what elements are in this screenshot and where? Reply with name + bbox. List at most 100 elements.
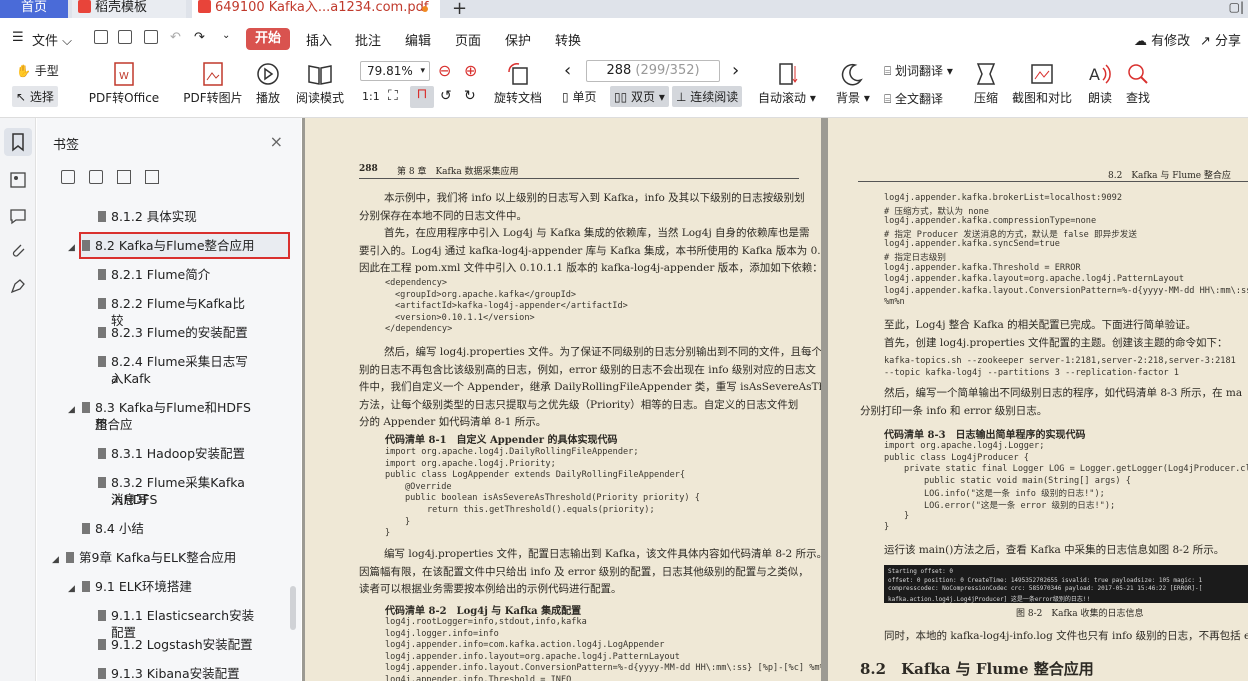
tab-template[interactable]: 稻壳模板 — [72, 0, 186, 18]
zoom-select[interactable]: 79.81% ▾ — [360, 61, 430, 81]
expanded-arrow-icon[interactable]: ◢ — [68, 402, 75, 419]
thumbnail-panel-icon[interactable] — [8, 170, 28, 190]
full-translate-button[interactable]: ⌸ 全文翻译 — [884, 90, 943, 107]
bookmark-item[interactable]: 8.2.1 Flume简介 — [0, 266, 255, 283]
svg-text:A: A — [1089, 65, 1100, 84]
screenshot-compare-button[interactable]: 截图和对比 — [1012, 62, 1072, 106]
read-mode-button[interactable]: 阅读模式 — [294, 62, 346, 106]
hamburger-icon[interactable]: ☰ — [12, 30, 24, 45]
bookmark-item[interactable]: ◢ 第9章 Kafka与ELK整合应用 — [0, 549, 255, 566]
bookmark-panel-icon[interactable] — [4, 128, 32, 156]
cursor-icon: ↖ — [16, 90, 27, 104]
bookmark-item[interactable]: 8.4 小结 — [0, 520, 255, 537]
bookmark-icon — [98, 269, 106, 280]
auto-scroll-button[interactable]: 自动滚动 ▾ — [758, 62, 816, 106]
read-aloud-label: 朗读 — [1087, 91, 1112, 105]
compress-button[interactable]: 压缩 — [972, 62, 1000, 106]
modified-status[interactable]: ☁ 有修改 — [1134, 30, 1190, 49]
bookmark-item[interactable]: 8.1.2 具体实现 — [0, 208, 255, 225]
expanded-arrow-icon[interactable]: ◢ — [52, 552, 59, 569]
zoom-in-icon[interactable]: ⊕ — [464, 61, 477, 80]
bookmark-item[interactable]: ◢ 9.1 ELK环境搭建 — [0, 578, 255, 595]
cloud-icon: ☁ — [1134, 34, 1147, 49]
menu-page[interactable]: 页面 — [455, 30, 481, 49]
body-line: 编写 log4j.properties 文件，配置日志输出到 Kafka，该文件… — [384, 548, 821, 560]
double-page-button[interactable]: ▯▯ 双页 ▾ — [610, 86, 669, 107]
bookmark-item[interactable]: 9.1.2 Logstash安装配置 — [0, 636, 255, 653]
save-icon[interactable] — [118, 30, 132, 44]
select-tool[interactable]: ↖ 选择 — [12, 86, 58, 107]
menu-convert[interactable]: 转换 — [555, 30, 581, 49]
code-line: LOG.info("这是一条 info 级别的日志!"); — [924, 489, 1105, 500]
menu-insert[interactable]: 插入 — [306, 30, 332, 49]
find-button[interactable]: 查找 — [1124, 62, 1152, 106]
page-number-input[interactable]: 288 (299/352) — [586, 60, 720, 82]
bookmark-item[interactable]: 8.2.2 Flume与Kafka比较 — [0, 295, 255, 328]
bookmark-item[interactable]: 8.2.4 Flume采集日志写入Kafk a — [0, 353, 255, 387]
redo-icon[interactable]: ↷ — [194, 30, 205, 45]
background-button[interactable]: 背景 ▾ — [836, 62, 870, 106]
play-button[interactable]: 播放 — [254, 62, 282, 106]
rotate-right-icon[interactable]: ↻ — [464, 88, 476, 104]
print-icon[interactable] — [144, 30, 158, 44]
expand-all-icon[interactable] — [61, 170, 75, 184]
actual-size-icon[interactable]: 1:1 — [362, 90, 380, 103]
fit-width-icon[interactable]: ⊓ — [410, 86, 434, 108]
remove-bookmark-icon[interactable] — [145, 170, 159, 184]
tab-pdf-document[interactable]: 649100 Kafka入...a1234.com.pdf — [192, 0, 440, 18]
menu-protect[interactable]: 保护 — [505, 30, 531, 49]
rotate-document-button[interactable]: 旋转文档 — [492, 62, 544, 106]
share-button[interactable]: ↗ 分享 — [1200, 30, 1241, 49]
page-number: 288 — [359, 164, 378, 174]
collapse-all-icon[interactable] — [89, 170, 103, 184]
add-bookmark-icon[interactable] — [117, 170, 131, 184]
next-page-icon[interactable]: › — [732, 60, 739, 81]
hand-tool[interactable]: ✋ 手型 — [16, 62, 59, 79]
word-translate-label: 划词翻译 — [895, 64, 944, 78]
bookmark-item[interactable]: 9.1.1 Elasticsearch安装配置 — [0, 607, 255, 640]
bookmark-item[interactable]: 9.1.3 Kibana安装配置 — [0, 665, 255, 682]
tab-home[interactable]: 首页 — [0, 0, 68, 18]
menu-edit[interactable]: 编辑 — [405, 30, 431, 49]
bookmark-item[interactable]: 8.3.2 Flume采集Kafka消息写 入HDFS — [0, 474, 255, 508]
expanded-arrow-icon[interactable]: ◢ — [68, 240, 75, 257]
zoom-dropdown-icon: ▾ — [420, 66, 425, 76]
window-switch-icon[interactable]: ▢| — [1229, 0, 1244, 14]
bookmark-label: 8.1.2 具体实现 — [111, 209, 197, 224]
bookmark-label: 8.3 Kafka与Flume和HDFS整合应 — [95, 400, 251, 432]
word-translate-button[interactable]: ⌸ 划词翻译 ▾ — [884, 62, 953, 79]
read-aloud-button[interactable]: A 朗读 — [1086, 62, 1114, 106]
body-line: 本示例中，我们将 info 以上级别的日志写入到 Kafka，info 及其以下… — [384, 192, 805, 204]
pdf-to-office-button[interactable]: W PDF转Office — [88, 62, 160, 106]
menu-comment[interactable]: 批注 — [355, 30, 381, 49]
code-line: log4j.appender.info.layout=org.apache.lo… — [385, 651, 680, 662]
compress-icon — [973, 62, 999, 86]
new-tab-button[interactable]: + — [452, 0, 467, 19]
zoom-out-icon[interactable]: ⊖ — [438, 61, 451, 80]
rotate-left-icon[interactable]: ↺ — [440, 88, 452, 104]
bookmark-item[interactable]: 8.2.3 Flume的安装配置 — [0, 324, 255, 341]
single-page-button[interactable]: ▯ 单页 — [562, 88, 596, 105]
fit-page-icon[interactable]: ⛶ — [388, 88, 398, 104]
undo-icon[interactable]: ↶ — [170, 30, 181, 45]
pdf-to-image-button[interactable]: PDF转图片 — [182, 62, 244, 106]
body-line: 运行该 main()方法之后，查看 Kafka 中采集的日志信息如图 8-2 所… — [884, 544, 1225, 556]
menu-file[interactable]: 文件 ⌵ — [32, 30, 72, 49]
pdf-to-image-icon — [200, 62, 226, 86]
code-line: public boolean isAsSevereAsThreshold(Pri… — [405, 493, 700, 504]
panel-scrollbar[interactable] — [290, 586, 296, 630]
quick-access-dropdown-icon[interactable]: ⌄ — [222, 30, 230, 41]
open-icon[interactable] — [94, 30, 108, 44]
bookmark-item[interactable]: ◢ 8.3 Kafka与Flume和HDFS整合应用 — [0, 399, 255, 433]
page-current: 288 — [606, 63, 632, 78]
bookmark-item[interactable]: 8.3.1 Hadoop安装配置 — [0, 445, 255, 462]
close-icon[interactable]: × — [270, 132, 283, 151]
modified-label: 有修改 — [1151, 34, 1191, 49]
expanded-arrow-icon[interactable]: ◢ — [68, 581, 75, 598]
prev-page-icon[interactable]: ‹ — [564, 60, 571, 81]
bookmark-item[interactable]: ◢ 8.2 Kafka与Flume整合应用 — [0, 237, 255, 254]
code-line: private static final Logger LOG = Logger… — [904, 464, 1248, 475]
continuous-read-button[interactable]: ⊥ 连续阅读 — [672, 86, 743, 107]
menu-start[interactable]: 开始 — [246, 28, 290, 50]
bookmark-icon — [98, 298, 106, 309]
